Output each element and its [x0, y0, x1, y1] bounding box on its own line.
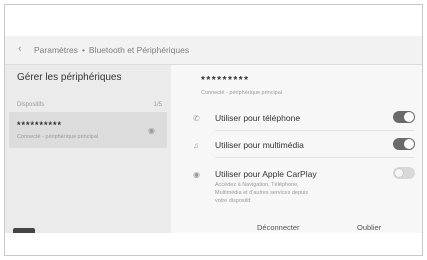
forget-button[interactable]: Oublier	[357, 223, 381, 232]
toggle-phone[interactable]	[393, 111, 415, 123]
detail-device-name: *********	[201, 75, 250, 86]
toggle-multimedia[interactable]	[393, 138, 415, 150]
divider	[215, 130, 415, 131]
toggle-knob	[394, 168, 404, 178]
phone-icon: ✆	[193, 114, 200, 123]
carplay-icon: ◉	[193, 170, 200, 179]
infotainment-screen: ‹ Paramètres • Bluetooth et Périphériques …	[5, 36, 422, 233]
list-header: Dispositifs 1/5	[17, 102, 162, 108]
device-count: 1/5	[153, 102, 162, 108]
toggle-knob	[404, 112, 414, 122]
option-label-carplay: Utiliser pour Apple CarPlay	[215, 169, 317, 179]
device-status: Connecté - périphérique principal	[17, 134, 99, 140]
detail-device-status: Connecté - périphérique principal	[201, 90, 283, 96]
breadcrumb: Paramètres • Bluetooth et Périphériques	[34, 45, 189, 55]
carplay-description: Accédez à Navigation, Téléphone, Multimé…	[215, 182, 309, 204]
chevron-left-icon[interactable]: ‹	[18, 43, 22, 55]
microphone-icon[interactable]	[13, 228, 35, 233]
option-label-phone: Utiliser pour téléphone	[215, 113, 301, 123]
device-name: **********	[17, 120, 63, 130]
music-note-icon: ♫	[193, 141, 199, 150]
toggle-carplay[interactable]	[393, 167, 415, 179]
device-detail-panel: ********* Connecté - périphérique princi…	[171, 65, 422, 233]
disconnect-button[interactable]: Déconnecter	[257, 223, 300, 232]
option-label-multimedia: Utiliser pour multimédia	[215, 140, 304, 150]
divider	[215, 157, 415, 158]
device-list-panel: Gérer les périphériques Dispositifs 1/5 …	[5, 65, 171, 233]
breadcrumb-parent[interactable]: Paramètres	[34, 45, 78, 55]
bluetooth-connected-icon: ◉	[148, 126, 155, 135]
panel-title: Gérer les périphériques	[17, 72, 122, 83]
breadcrumb-current: Bluetooth et Périphériques	[88, 45, 190, 55]
list-label: Dispositifs	[17, 102, 45, 108]
toggle-knob	[404, 139, 414, 149]
breadcrumb-separator: •	[81, 45, 85, 55]
device-list-item[interactable]: ********** Connecté - périphérique princ…	[9, 112, 167, 148]
header-bar: ‹ Paramètres • Bluetooth et Périphériques	[5, 36, 422, 65]
